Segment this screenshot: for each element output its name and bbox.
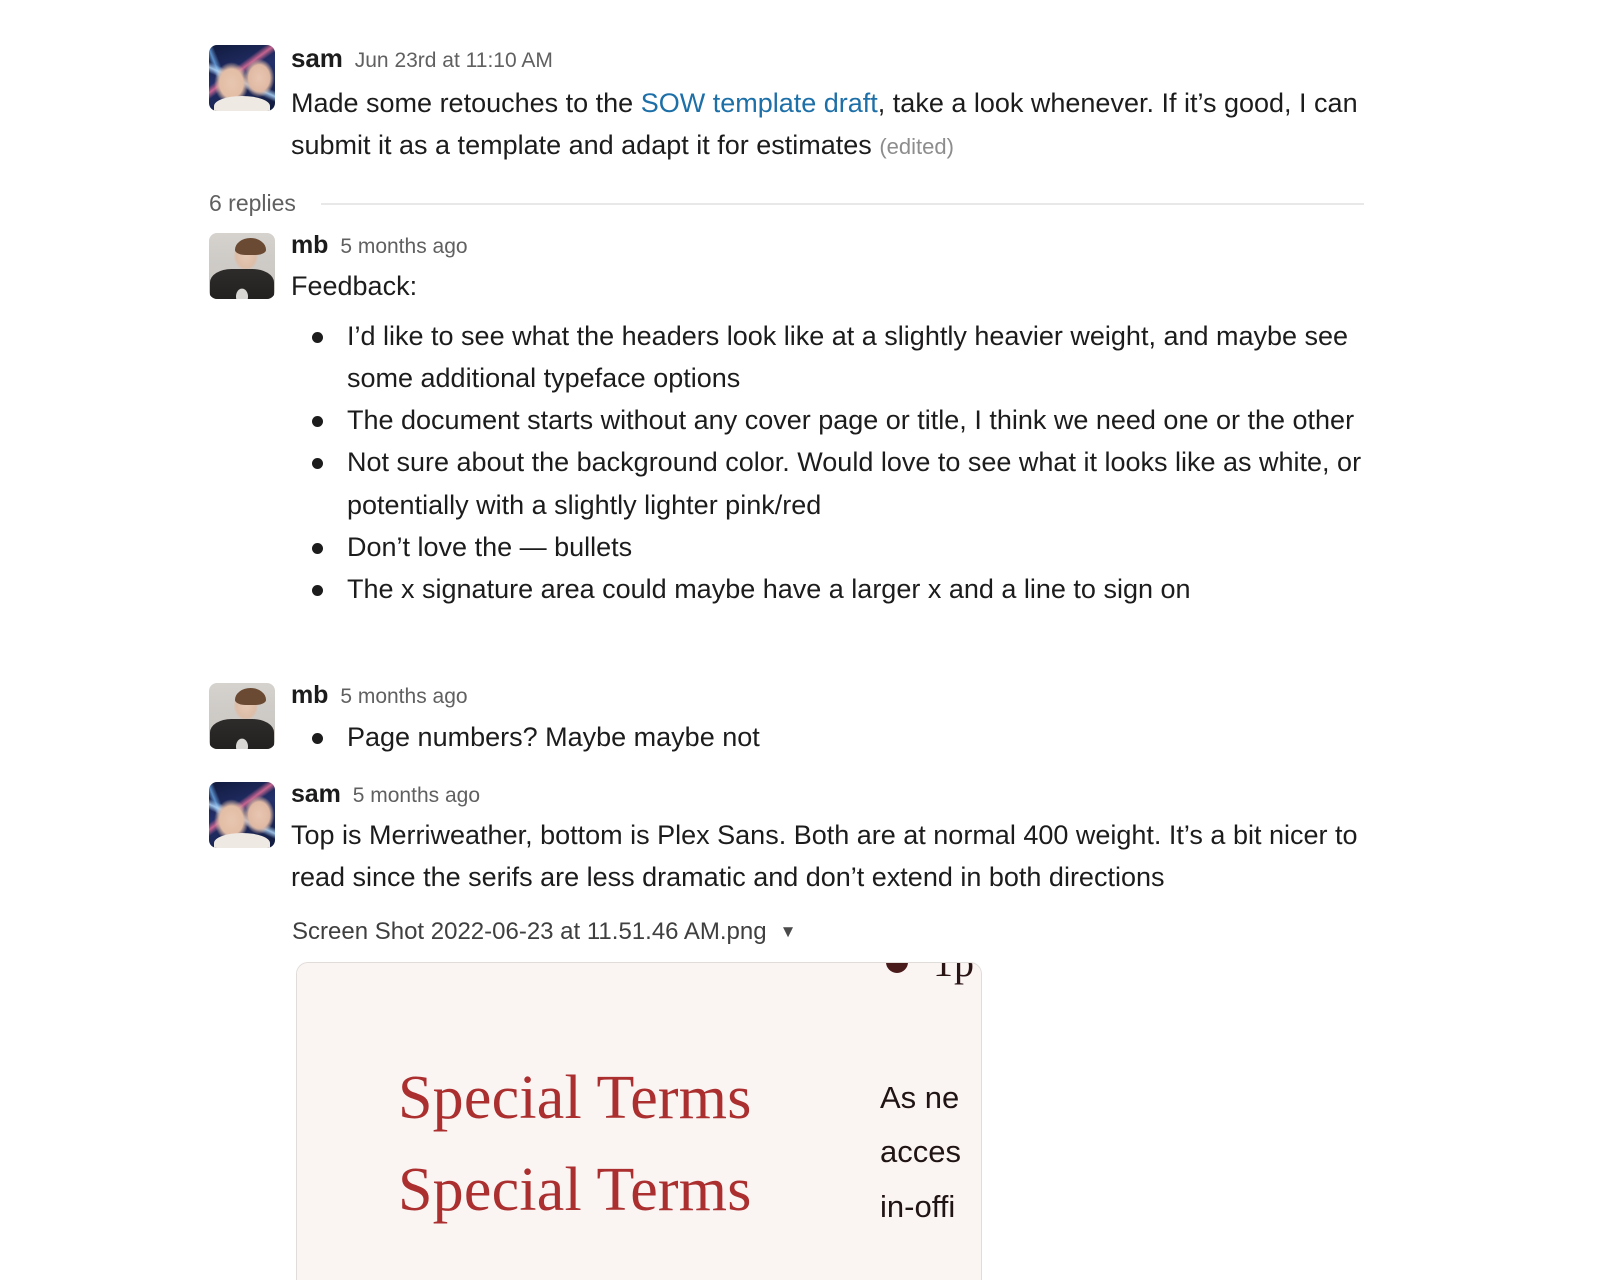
list-item: Don’t love the — bullets — [291, 526, 1401, 568]
preview-cut-top-text: 1p — [933, 962, 975, 985]
message-author[interactable]: mb — [291, 683, 328, 708]
edited-label: (edited) — [879, 134, 954, 160]
list-item: The x signature area could maybe have a … — [291, 568, 1401, 610]
avatar-sam[interactable] — [209, 782, 275, 848]
attachment-filename-row[interactable]: Screen Shot 2022-06-23 at 11.51.46 AM.pn… — [292, 920, 796, 944]
divider-line — [320, 202, 1364, 205]
chevron-down-icon[interactable]: ▼ — [780, 923, 797, 940]
attachment-block: Screen Shot 2022-06-23 at 11.51.46 AM.pn… — [292, 920, 1392, 944]
preview-canvas: 1p Special Terms Special Terms As ne acc… — [297, 963, 981, 1280]
attachment-filename[interactable]: Screen Shot 2022-06-23 at 11.51.46 AM.pn… — [292, 920, 767, 944]
preview-body-text: As ne acces in-offi — [880, 1071, 981, 1234]
root-message: sam Jun 23rd at 11:10 AM Made some retou… — [209, 45, 1409, 166]
preview-body-line: As ne — [880, 1080, 960, 1115]
preview-heading-serif: Special Terms — [398, 1064, 752, 1132]
list-item: I’d like to see what the headers look li… — [291, 315, 1401, 399]
reply-message-2: mb 5 months ago Page numbers? Maybe mayb… — [209, 683, 1109, 759]
preview-cut-bullet-icon — [886, 963, 908, 973]
reply-message-1: mb 5 months ago Feedback: I’d like to se… — [209, 233, 1409, 610]
preview-body-line: in-offi — [880, 1188, 956, 1224]
page-numbers-bullet-list: Page numbers? Maybe maybe not — [291, 716, 1109, 758]
thread-replies-divider: 6 replies — [209, 190, 1364, 217]
list-item: Not sure about the background color. Wou… — [291, 441, 1401, 525]
message-author[interactable]: mb — [291, 233, 328, 258]
attachment-image-preview[interactable]: 1p Special Terms Special Terms As ne acc… — [296, 962, 982, 1280]
message-timestamp[interactable]: 5 months ago — [340, 236, 467, 257]
avatar-sam[interactable] — [209, 45, 275, 111]
preview-body-line: acces — [880, 1134, 961, 1170]
reply-3-body: sam 5 months ago Top is Merriweather, bo… — [291, 782, 1409, 898]
message-timestamp[interactable]: 5 months ago — [353, 785, 480, 806]
replies-count-label[interactable]: 6 replies — [209, 190, 296, 217]
root-text-before-link: Made some retouches to the — [291, 88, 641, 118]
sow-template-draft-link[interactable]: SOW template draft — [641, 88, 878, 118]
root-message-text: Made some retouches to the SOW template … — [291, 82, 1381, 166]
root-message-body: sam Jun 23rd at 11:10 AM Made some retou… — [291, 45, 1409, 166]
reply-1-text: Feedback: — [291, 271, 418, 301]
message-author[interactable]: sam — [291, 45, 343, 71]
message-author[interactable]: sam — [291, 782, 341, 807]
preview-heading-sans: Special Terms — [398, 1156, 752, 1224]
slack-thread-view: sam Jun 23rd at 11:10 AM Made some retou… — [0, 0, 1600, 1280]
reply-3-header: sam 5 months ago — [291, 782, 1409, 807]
root-message-header: sam Jun 23rd at 11:10 AM — [291, 45, 1409, 71]
message-timestamp[interactable]: 5 months ago — [340, 686, 467, 707]
reply-2-body: mb 5 months ago Page numbers? Maybe mayb… — [291, 683, 1109, 759]
list-item: The document starts without any cover pa… — [291, 399, 1401, 441]
message-timestamp[interactable]: Jun 23rd at 11:10 AM — [355, 50, 553, 71]
avatar-mb[interactable] — [209, 683, 275, 749]
reply-2-header: mb 5 months ago — [291, 683, 1109, 708]
avatar-mb[interactable] — [209, 233, 275, 299]
reply-1-header: mb 5 months ago — [291, 233, 1409, 258]
reply-1-body: mb 5 months ago Feedback: I’d like to se… — [291, 233, 1409, 610]
feedback-bullet-list: I’d like to see what the headers look li… — [291, 315, 1401, 610]
reply-message-3: sam 5 months ago Top is Merriweather, bo… — [209, 782, 1409, 898]
list-item: Page numbers? Maybe maybe not — [291, 716, 1109, 758]
reply-3-text: Top is Merriweather, bottom is Plex Sans… — [291, 820, 1358, 893]
